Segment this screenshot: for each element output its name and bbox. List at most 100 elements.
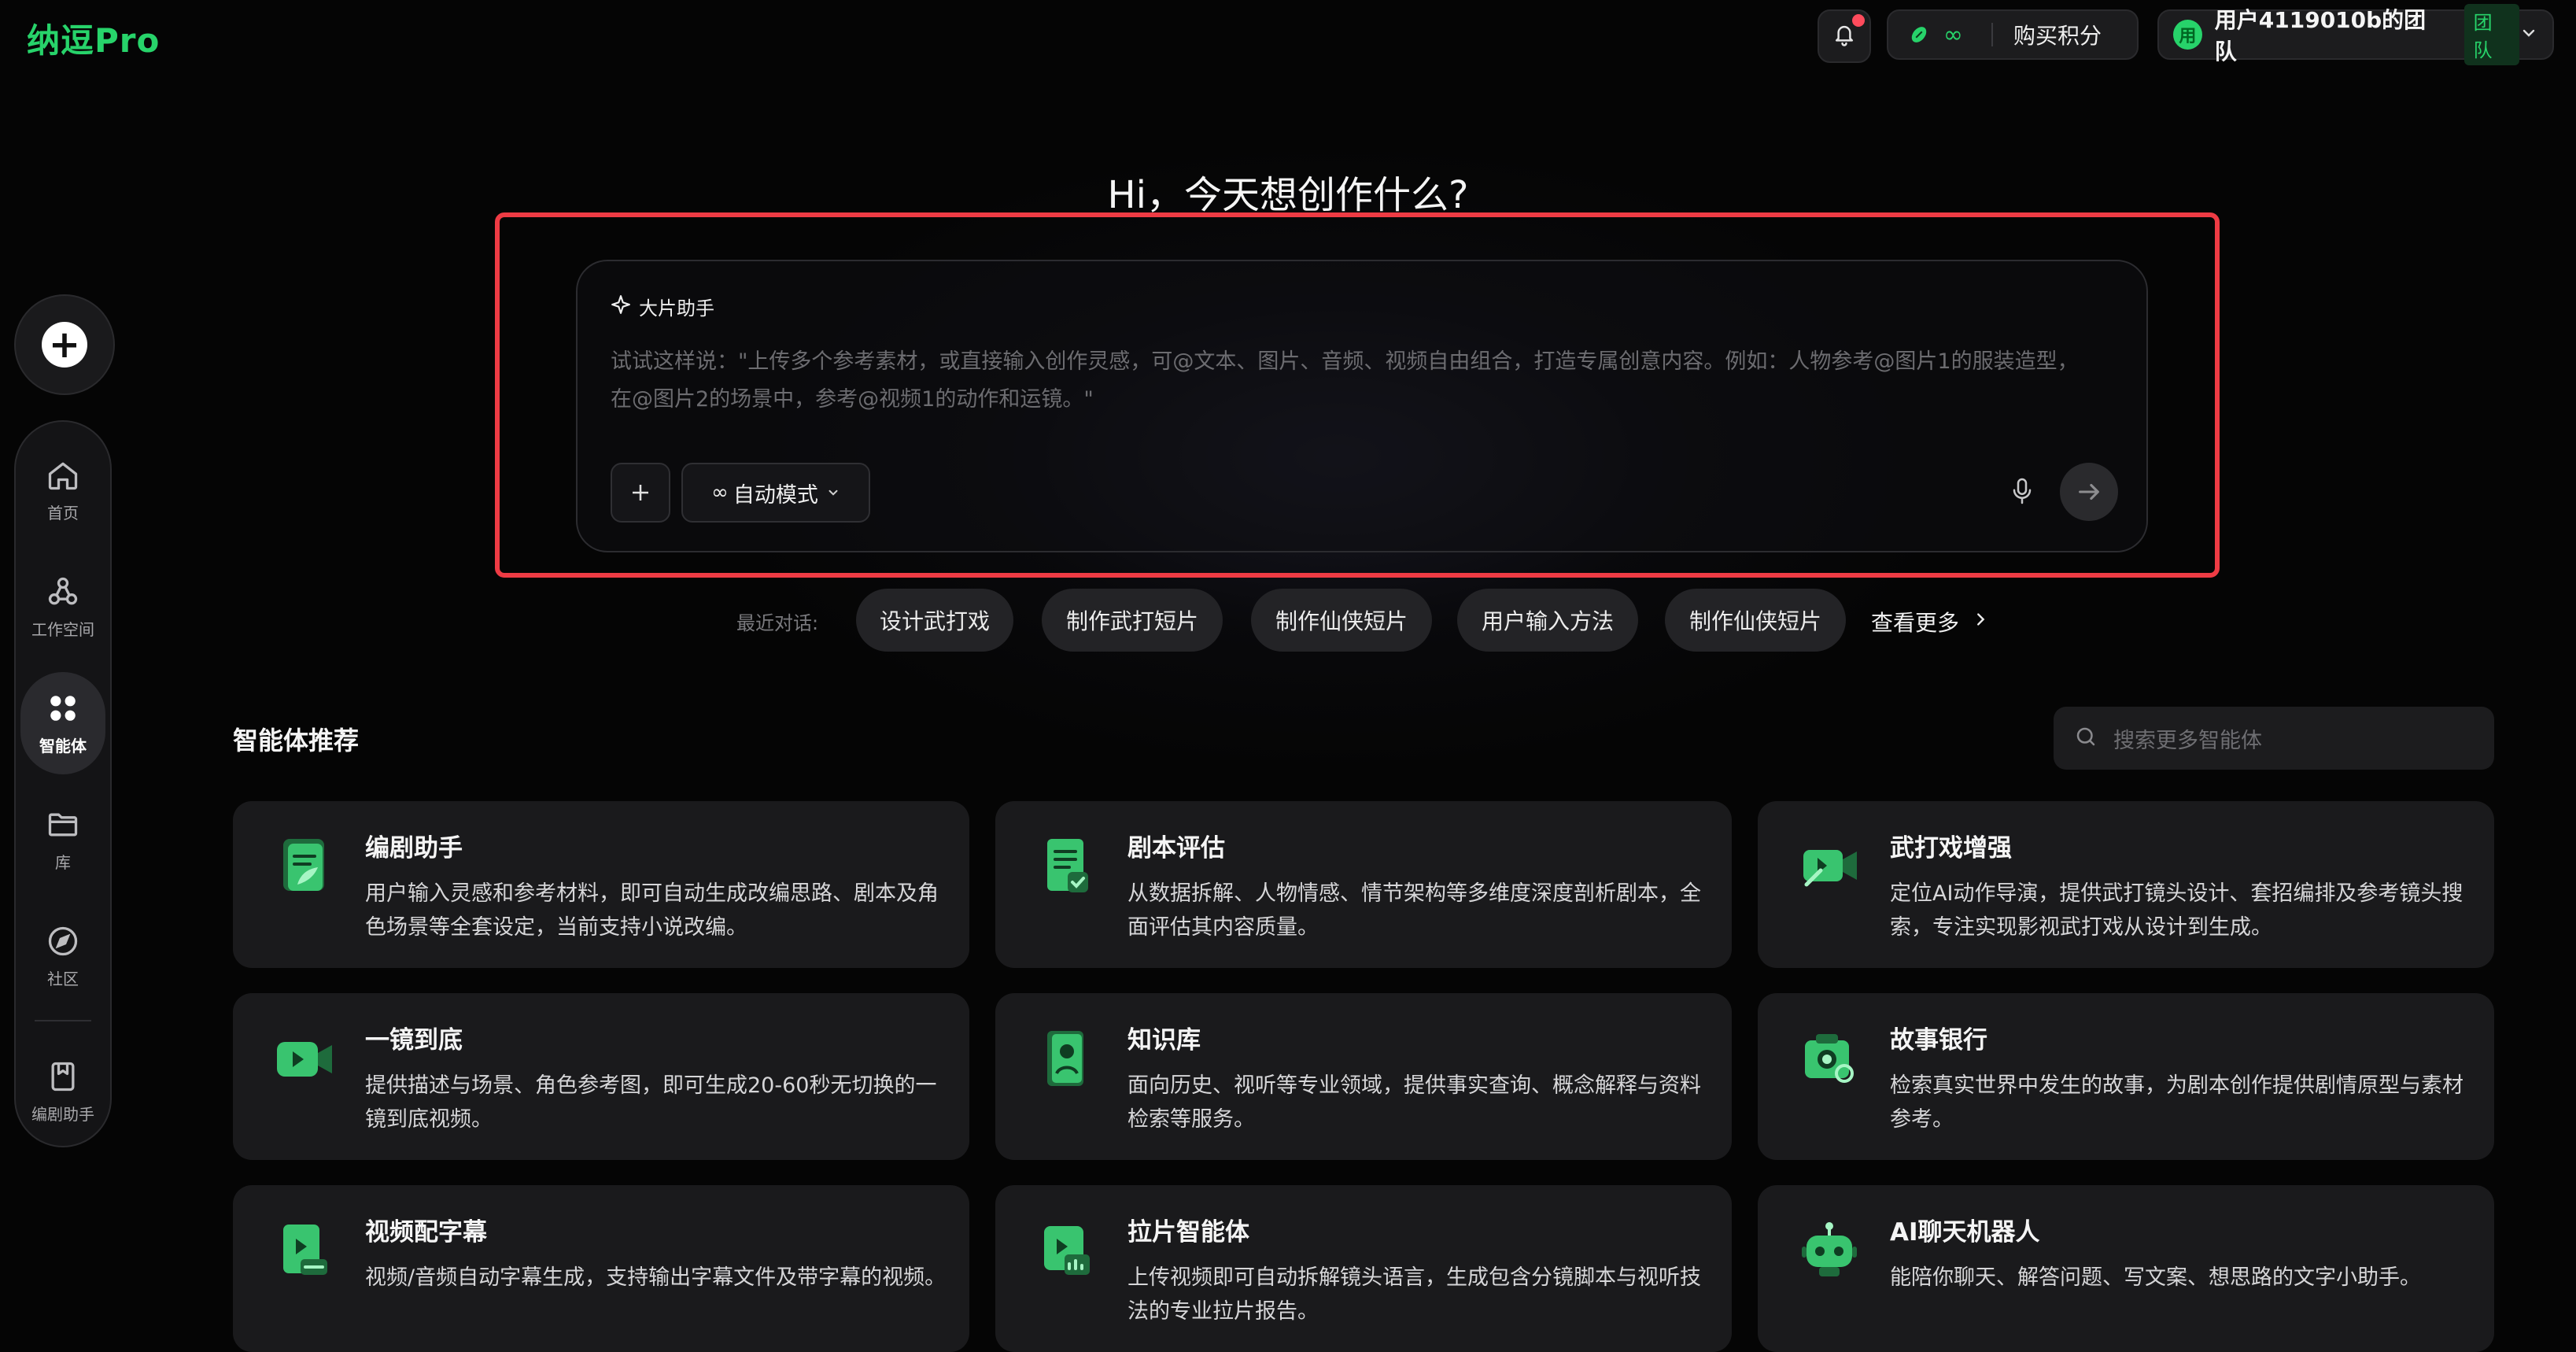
sidebar-item-script-assistant[interactable]: 编剧助手 xyxy=(20,1040,105,1143)
section-title: 智能体推荐 xyxy=(233,726,360,755)
card-title: 知识库 xyxy=(1127,1026,1201,1055)
sidebar-item-label: 库 xyxy=(55,852,71,872)
agent-label: 大片助手 xyxy=(639,297,714,320)
card-description: 用户输入灵感和参考材料，即可自动生成改编思路、剧本及角色场景等全套设定，当前支持… xyxy=(365,881,939,940)
divider xyxy=(1991,23,1993,46)
card-title: 武打戏增强 xyxy=(1890,834,2012,863)
agent-card-subtitles[interactable]: 视频配字幕 视频/音频自动字幕生成，支持输出字幕文件及带字幕的视频。 xyxy=(233,1185,969,1352)
card-description: 提供描述与场景、角色参考图，即可生成20-60秒无切换的一镜到底视频。 xyxy=(365,1073,937,1132)
team-badge: 团队 xyxy=(2463,4,2519,65)
chevron-down-icon xyxy=(826,481,840,505)
notification-button[interactable] xyxy=(1818,9,1871,63)
microphone-icon xyxy=(2013,478,2032,504)
sidebar-item-label: 社区 xyxy=(47,969,79,988)
view-more-label: 查看更多 xyxy=(1871,610,1960,636)
page-title: Hi，今天想创作什么? xyxy=(1107,173,1469,217)
folder-icon xyxy=(46,807,80,845)
recent-chip[interactable]: 用户输入方法 xyxy=(1457,589,1638,652)
microphone-button[interactable] xyxy=(2006,474,2038,508)
one-take-camera-icon xyxy=(271,1025,338,1092)
home-icon xyxy=(46,458,80,496)
sidebar-item-home[interactable]: 首页 xyxy=(20,439,105,541)
agent-card-one-take[interactable]: 一镜到底 提供描述与场景、角色参考图，即可生成20-60秒无切换的一镜到底视频。 xyxy=(233,993,969,1160)
card-description: 定位AI动作导演，提供武打镜头设计、套招编排及参考镜头搜索，专注实现影视武打戏从… xyxy=(1890,881,2463,940)
plus-icon: + xyxy=(42,322,87,368)
sidebar-item-workspace[interactable]: 工作空间 xyxy=(20,556,105,658)
plus-icon xyxy=(633,485,648,501)
recent-chip[interactable]: 制作仙侠短片 xyxy=(1251,589,1432,652)
sidebar-item-agents[interactable]: 智能体 xyxy=(20,672,105,774)
bookmark-icon xyxy=(46,1059,80,1097)
sidebar-item-community[interactable]: 社区 xyxy=(20,905,105,1007)
agents-icon xyxy=(46,691,80,729)
team-name: 用户4119010b的团队 xyxy=(2214,7,2427,65)
avatar: 用 xyxy=(2173,20,2202,50)
arrow-right-icon xyxy=(2079,483,2099,501)
card-title: 一镜到底 xyxy=(365,1026,463,1055)
card-title: 拉片智能体 xyxy=(1127,1218,1249,1247)
action-scene-icon xyxy=(1795,833,1863,900)
search-icon xyxy=(2074,725,2098,752)
view-more-link[interactable]: 查看更多 xyxy=(1871,606,1989,637)
prompt-composer: 大片助手 试试这样说："上传多个参考素材，或直接输入创作灵感，可@文本、图片、音… xyxy=(576,260,2148,552)
send-button[interactable] xyxy=(2060,463,2118,521)
sidebar-item-label: 工作空间 xyxy=(31,619,94,639)
agent-selector[interactable]: 大片助手 xyxy=(611,293,714,320)
agent-card-script-assistant[interactable]: 编剧助手 用户输入灵感和参考材料，即可自动生成改编思路、剧本及角色场景等全套设定… xyxy=(233,801,969,968)
team-switcher[interactable]: 用 用户4119010b的团队 团队 xyxy=(2157,4,2554,65)
card-title: 故事银行 xyxy=(1890,1026,1987,1055)
add-attachment-button[interactable] xyxy=(611,463,670,523)
chevron-right-icon xyxy=(1972,608,1989,636)
sidebar-item-label: 智能体 xyxy=(39,736,87,755)
recent-chip[interactable]: 制作武打短片 xyxy=(1042,589,1223,652)
agent-card-action-scene[interactable]: 武打戏增强 定位AI动作导演，提供武打镜头设计、套招编排及参考镜头搜索，专注实现… xyxy=(1758,801,2494,968)
sidebar-divider xyxy=(35,1020,91,1021)
agent-search-input[interactable]: 搜索更多智能体 xyxy=(2054,707,2494,770)
card-title: 视频配字幕 xyxy=(365,1218,487,1247)
new-creation-button[interactable]: + xyxy=(14,294,115,395)
bell-icon xyxy=(1832,22,1856,50)
agent-card-film-analysis[interactable]: 拉片智能体 上传视频即可自动拆解镜头语言，生成包含分镜脚本与视听技法的专业拉片报… xyxy=(995,1185,1732,1352)
sidebar-item-library[interactable]: 库 xyxy=(20,789,105,891)
compass-icon xyxy=(46,924,80,962)
story-bank-icon xyxy=(1795,1025,1863,1092)
card-description: 能陪你聊天、解答问题、写文案、想思路的文字小助手。 xyxy=(1890,1265,2421,1290)
recent-chip[interactable]: 设计武打戏 xyxy=(856,589,1013,652)
recent-chip[interactable]: 制作仙侠短片 xyxy=(1665,589,1846,652)
buy-credits-label: 购买积分 xyxy=(2013,23,2102,49)
mode-dropdown[interactable]: ∞ 自动模式 xyxy=(681,463,870,523)
card-description: 面向历史、视听等专业领域，提供事实查询、概念解释与资料检索等服务。 xyxy=(1127,1073,1701,1132)
prompt-input[interactable]: 试试这样说："上传多个参考素材，或直接输入创作灵感，可@文本、图片、音频、视频自… xyxy=(611,343,2090,419)
credits-value: ∞ xyxy=(1943,20,1963,49)
card-description: 视频/音频自动字幕生成，支持输出字幕文件及带字幕的视频。 xyxy=(365,1265,947,1290)
sidebar: 首页 工作空间 智能体 库 社区 编剧助手 xyxy=(14,420,112,1147)
recent-conversations-label: 最近对话: xyxy=(736,612,819,634)
agent-card-story-bank[interactable]: 故事银行 检索真实世界中发生的故事，为剧本创作提供剧情原型与素材参考。 xyxy=(1758,993,2494,1160)
card-description: 上传视频即可自动拆解镜头语言，生成包含分镜脚本与视听技法的专业拉片报告。 xyxy=(1127,1265,1701,1324)
agent-card-knowledge-base[interactable]: 知识库 面向历史、视听等专业领域，提供事实查询、概念解释与资料检索等服务。 xyxy=(995,993,1732,1160)
credits-button[interactable]: ∞ 购买积分 xyxy=(1887,9,2139,60)
card-title: 编剧助手 xyxy=(365,834,463,863)
card-description: 从数据拆解、人物情感、情节架构等多维度深度剖析剧本，全面评估其内容质量。 xyxy=(1127,881,1701,940)
film-analysis-icon xyxy=(1033,1217,1101,1284)
chevron-down-icon xyxy=(2519,24,2538,46)
card-title: AI聊天机器人 xyxy=(1890,1218,2040,1247)
notification-dot xyxy=(1852,14,1865,27)
subtitle-icon xyxy=(271,1217,338,1284)
app-logo[interactable]: 纳逗Pro xyxy=(27,14,160,62)
sidebar-item-label: 首页 xyxy=(47,503,79,523)
script-evaluation-icon xyxy=(1033,833,1101,900)
agent-card-chat-robot[interactable]: AI聊天机器人 能陪你聊天、解答问题、写文案、想思路的文字小助手。 xyxy=(1758,1185,2494,1352)
search-placeholder: 搜索更多智能体 xyxy=(2113,728,2262,753)
sparkle-icon xyxy=(611,294,639,320)
workspace-icon xyxy=(46,574,80,612)
chat-robot-icon xyxy=(1795,1217,1863,1284)
sidebar-item-label: 编剧助手 xyxy=(31,1104,94,1124)
bean-icon xyxy=(1906,21,1932,48)
card-title: 剧本评估 xyxy=(1127,834,1225,863)
knowledge-base-icon xyxy=(1033,1025,1101,1092)
mode-label: 自动模式 xyxy=(733,482,818,508)
infinity-icon: ∞ xyxy=(711,481,729,504)
script-assistant-icon xyxy=(271,833,338,900)
agent-card-script-evaluation[interactable]: 剧本评估 从数据拆解、人物情感、情节架构等多维度深度剖析剧本，全面评估其内容质量… xyxy=(995,801,1732,968)
